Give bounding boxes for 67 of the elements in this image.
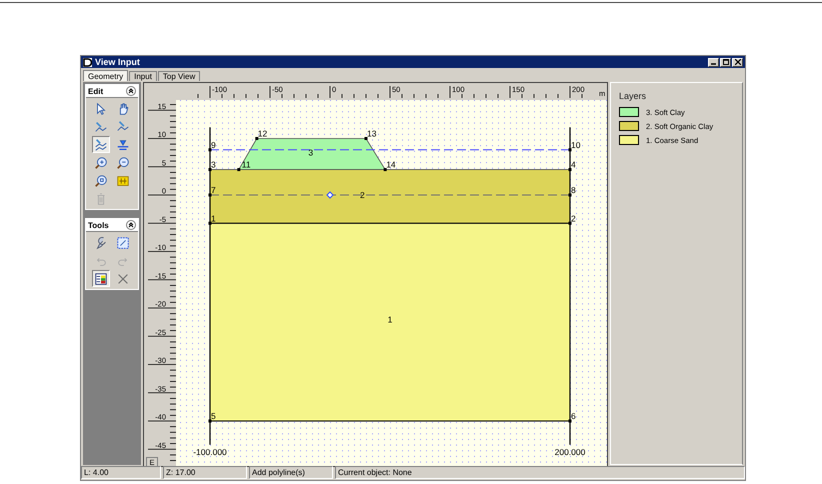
layer-number: 1	[388, 314, 392, 324]
minimize-button[interactable]	[708, 58, 719, 66]
node-marker[interactable]	[568, 148, 572, 152]
magnifier-icon	[94, 174, 108, 188]
layers-chart-button[interactable]	[92, 270, 110, 287]
ruler-box-icon	[116, 174, 130, 188]
pen-line-icon	[94, 120, 108, 134]
pen-line-icon	[116, 120, 130, 134]
close-icon	[734, 59, 740, 65]
close-button[interactable]	[732, 58, 743, 66]
node-label: 14	[386, 160, 396, 170]
boundary-label: -100.000	[193, 447, 227, 457]
maximize-button[interactable]	[720, 58, 731, 66]
pen-lines-icon	[94, 138, 108, 152]
app-logo-icon	[83, 58, 92, 66]
node-label: 4	[571, 160, 576, 170]
node-label: 1	[211, 213, 216, 224]
node-marker[interactable]	[237, 168, 240, 172]
node-marker[interactable]	[255, 137, 258, 140]
pen-lines-button[interactable]	[92, 136, 110, 153]
collapse-button[interactable]	[126, 86, 136, 96]
panel-title: Edit	[88, 86, 104, 96]
status-field: L: 4.00	[81, 466, 161, 479]
node-marker[interactable]	[568, 420, 572, 422]
layer-number: 2	[360, 190, 365, 200]
status-field: Current object: None	[335, 466, 745, 479]
layer-number: 3	[308, 148, 314, 158]
tab[interactable]: Top View	[158, 71, 200, 81]
collapse-button[interactable]	[126, 220, 136, 230]
node-marker[interactable]	[208, 194, 212, 196]
node-label: 10	[571, 140, 580, 150]
node-marker[interactable]	[384, 168, 387, 172]
node-marker[interactable]	[568, 194, 572, 196]
node-label: 12	[258, 128, 268, 138]
legend-title: Layers	[619, 91, 648, 101]
node-marker[interactable]	[208, 148, 212, 152]
node-label: 5	[211, 411, 216, 421]
node-marker[interactable]	[568, 168, 572, 172]
node-label: 9	[211, 140, 216, 150]
maximize-icon	[722, 59, 728, 65]
node-marker[interactable]	[208, 420, 212, 422]
node-marker[interactable]	[364, 137, 368, 140]
cross-icon	[116, 272, 130, 286]
node-marker[interactable]	[208, 222, 212, 225]
boundary-label: 200.000	[554, 447, 586, 457]
arrow-cursor-icon	[94, 102, 108, 116]
window-title: View Input	[95, 57, 141, 67]
node-label: 8	[571, 185, 576, 195]
zoom-in-icon	[94, 156, 108, 170]
tab[interactable]: Input	[129, 71, 157, 81]
diamond-marker[interactable]	[326, 191, 334, 199]
node-label: 13	[367, 128, 376, 138]
tab[interactable]: Geometry	[83, 70, 128, 81]
panel-title: Tools	[88, 220, 109, 230]
zoom-out-icon	[116, 156, 130, 170]
status-field: Add polyline(s)	[249, 466, 333, 479]
node-label: 3	[211, 160, 216, 170]
dashed-rectangle-icon	[116, 236, 130, 250]
node-label: 2	[571, 213, 576, 224]
node-label: 6	[571, 411, 576, 421]
node-label: 11	[242, 160, 251, 170]
node-marker[interactable]	[208, 168, 212, 172]
layers-chart-icon	[94, 272, 108, 286]
status-field: Z: 17.00	[163, 466, 247, 479]
water-level-icon	[116, 138, 130, 152]
node-marker[interactable]	[568, 222, 572, 225]
node-label: 7	[211, 185, 216, 195]
